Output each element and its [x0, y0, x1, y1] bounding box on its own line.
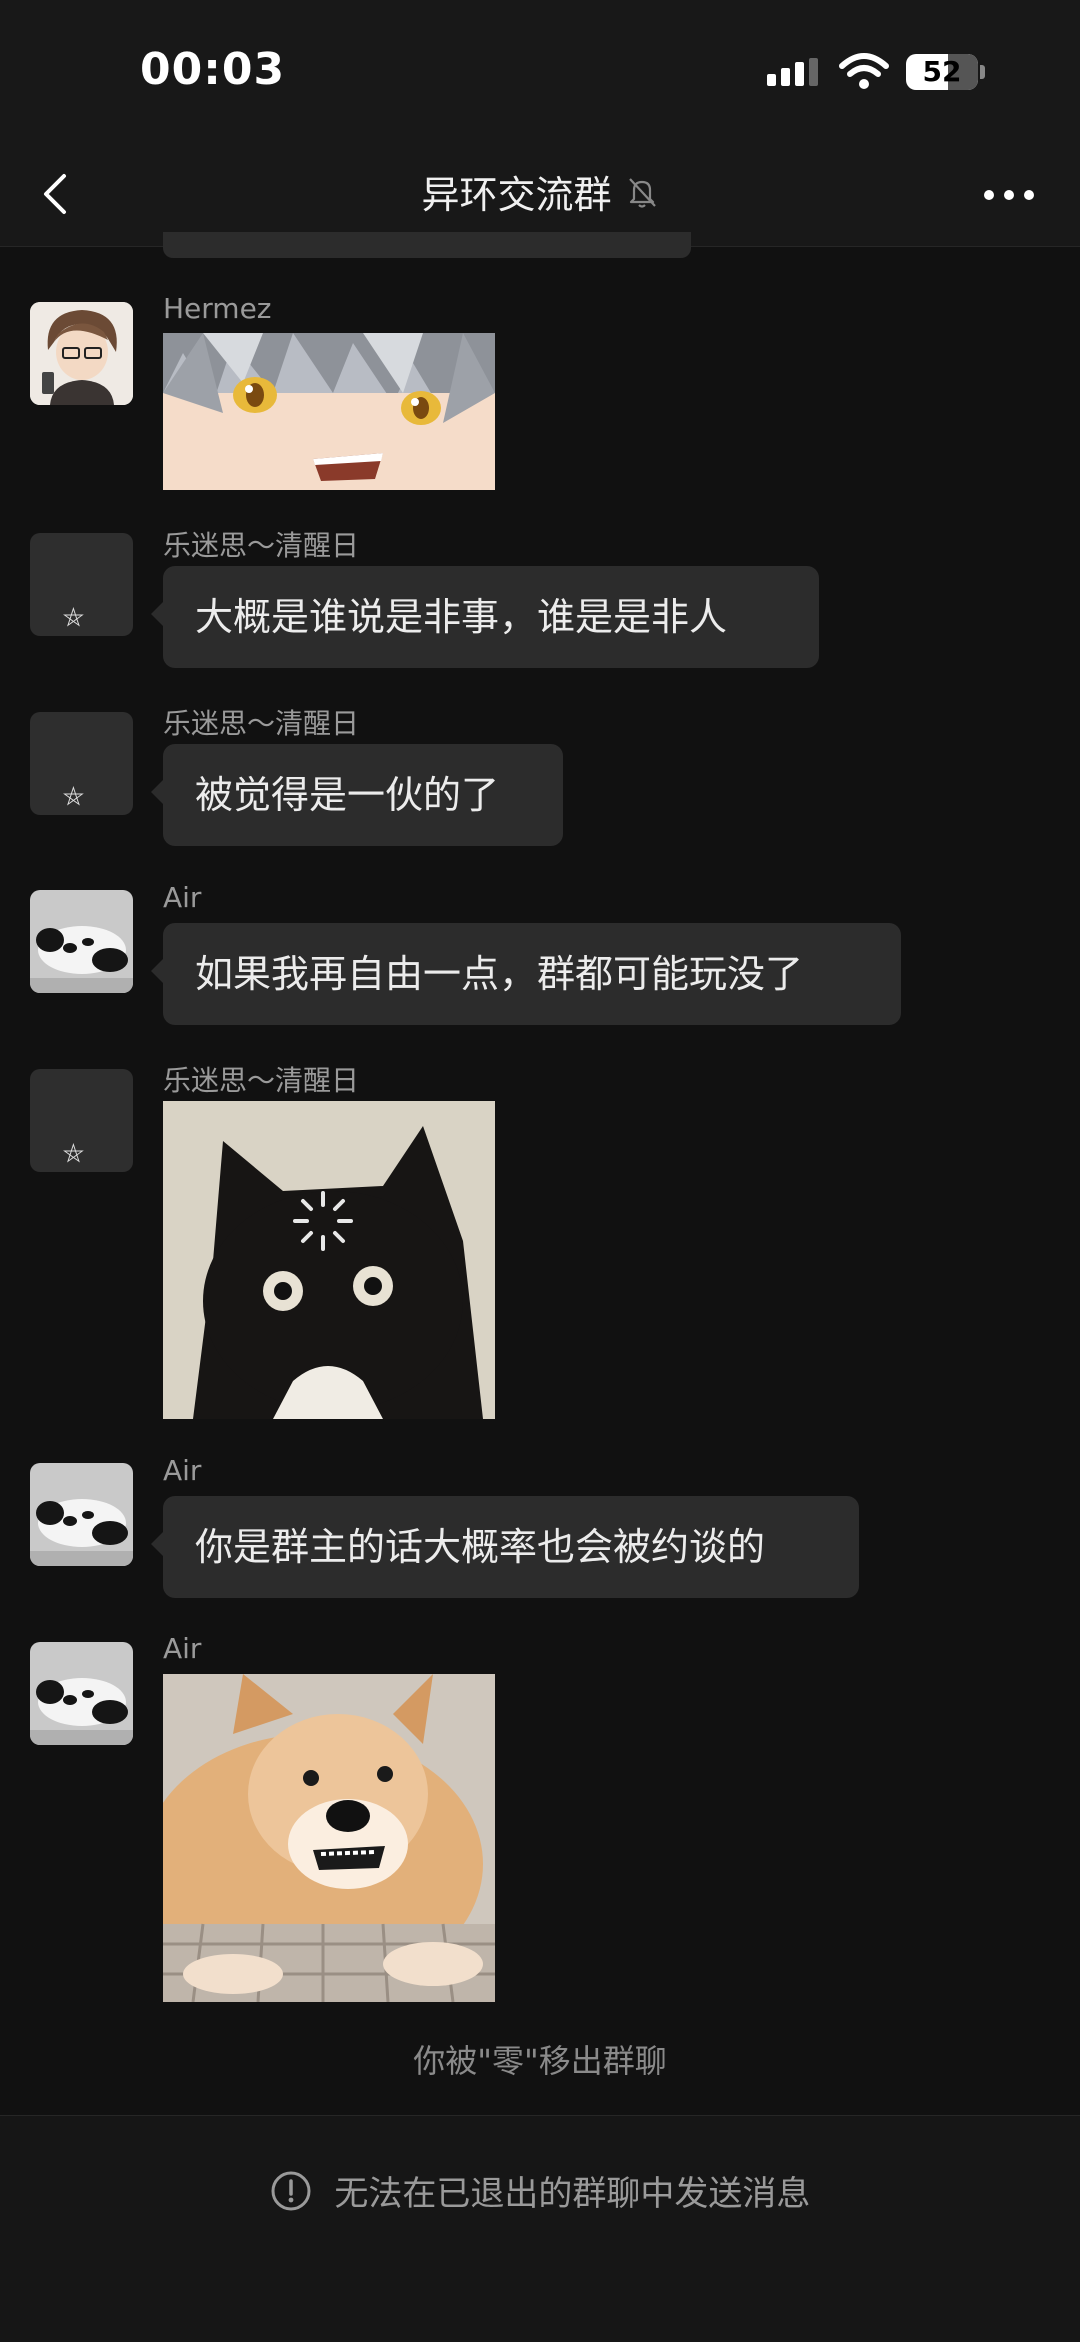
message-text: 被觉得是一伙的了 — [195, 773, 500, 817]
message-text: 你是群主的话大概率也会被约谈的 — [195, 1525, 766, 1569]
avatar[interactable]: ⛤ — [30, 712, 133, 815]
status-bar: 00:03 52 — [0, 0, 1080, 140]
sender-name: 乐迷思～清醒日 — [163, 529, 360, 562]
message-text: 大概是谁说是非事，谁是是非人 — [195, 595, 728, 639]
sender-name: 乐迷思～清醒日 — [163, 707, 360, 740]
text-message-bubble[interactable]: 你是群主的话大概率也会被约谈的 — [151, 1496, 859, 1598]
system-message: 你被"零"移出群聊 — [413, 2042, 667, 2080]
footer-notice-row: 无法在已退出的群聊中发送消息 — [0, 2166, 1080, 2215]
chat-title: 异环交流群 — [421, 173, 612, 217]
text-message-bubble[interactable]: 被觉得是一伙的了 — [151, 744, 563, 846]
image-message-anime-sticker[interactable] — [163, 333, 495, 490]
wifi-icon — [839, 53, 889, 89]
input-disabled-footer: 无法在已退出的群聊中发送消息 — [0, 2115, 1080, 2342]
battery-tip — [980, 65, 985, 79]
avatar[interactable] — [30, 1463, 133, 1566]
chat-title-wrap: 异环交流群 — [0, 164, 1080, 219]
previous-message-bubble[interactable] — [163, 232, 691, 258]
cellular-signal-icon — [767, 58, 818, 86]
footer-notice-text: 无法在已退出的群聊中发送消息 — [334, 2174, 811, 2214]
avatar[interactable] — [30, 1642, 133, 1745]
sender-name: Air — [163, 881, 202, 914]
chat-header: 异环交流群 — [0, 140, 1080, 247]
text-message-bubble[interactable]: 大概是谁说是非事，谁是是非人 — [151, 566, 819, 668]
avatar[interactable] — [30, 890, 133, 993]
avatar[interactable]: ⛤ — [30, 1069, 133, 1172]
image-message-dog-sticker[interactable] — [163, 1674, 495, 2002]
exclamation-circle-icon — [271, 2171, 311, 2210]
image-message-cat-sticker[interactable] — [163, 1101, 495, 1419]
battery-indicator: 52 — [906, 54, 978, 90]
message-text: 如果我再自由一点，群都可能玩没了 — [195, 952, 804, 996]
pentagram-icon: ⛤ — [63, 603, 84, 633]
sender-name: Hermez — [163, 292, 272, 325]
sender-name: Air — [163, 1454, 202, 1487]
avatar[interactable]: ⛤ — [30, 533, 133, 636]
sender-name: Air — [163, 1632, 202, 1665]
avatar[interactable] — [30, 302, 133, 405]
more-dots-icon[interactable] — [984, 190, 1036, 202]
text-message-bubble[interactable]: 如果我再自由一点，群都可能玩没了 — [151, 923, 901, 1025]
pentagram-icon: ⛤ — [63, 1139, 84, 1169]
bell-off-icon — [628, 177, 656, 208]
status-time: 00:03 — [140, 44, 286, 95]
battery-level: 52 — [922, 55, 962, 88]
sender-name: 乐迷思～清醒日 — [163, 1064, 360, 1097]
pentagram-icon: ⛤ — [63, 782, 84, 812]
